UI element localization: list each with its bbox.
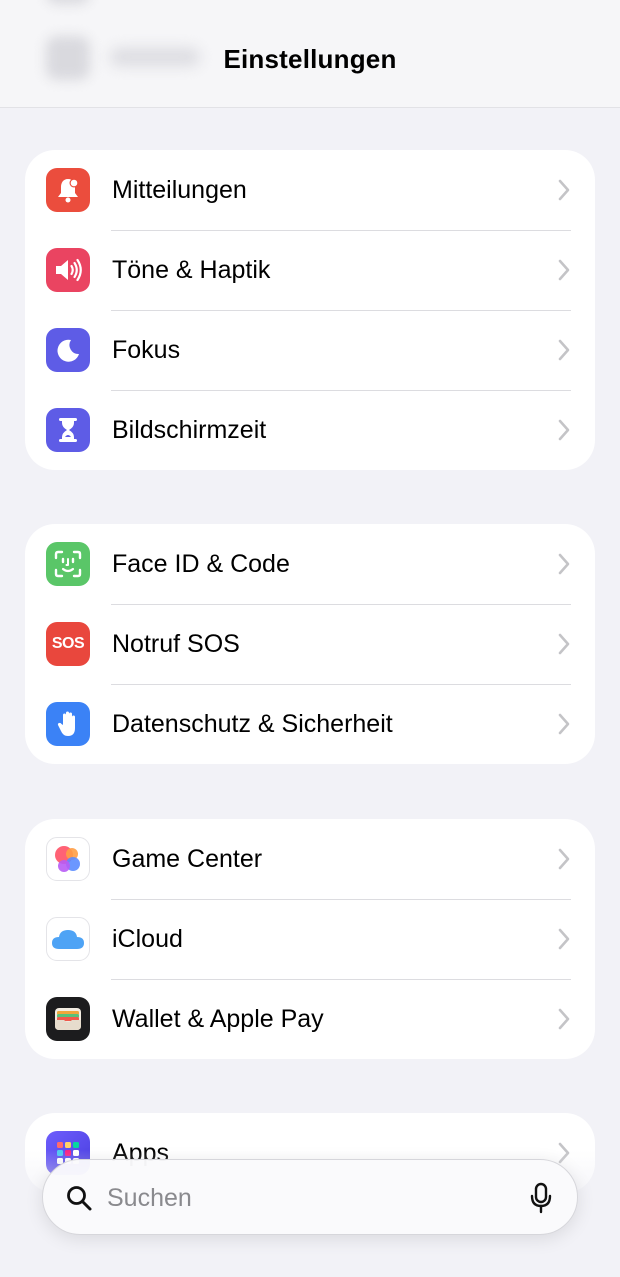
settings-item-bildschirmzeit[interactable]: Bildschirmzeit [25, 390, 595, 470]
focus-moon-icon [46, 328, 90, 372]
settings-item-label: Game Center [112, 845, 263, 873]
settings-item-label: Mitteilungen [112, 176, 247, 204]
navigation-bar: Einstellungen [0, 0, 620, 108]
settings-item-label: Notruf SOS [112, 630, 240, 658]
chevron-right-icon [558, 553, 570, 575]
chevron-right-icon [558, 259, 570, 281]
notifications-icon [46, 168, 90, 212]
settings-item-label: Wallet & Apple Pay [112, 1005, 324, 1033]
settings-item-face-id-code[interactable]: Face ID & Code [25, 524, 595, 604]
settings-item-label: Töne & Haptik [112, 256, 271, 284]
chevron-right-icon [558, 339, 570, 361]
icloud-icon [46, 917, 90, 961]
chevron-right-icon [558, 848, 570, 870]
chevron-right-icon [558, 633, 570, 655]
settings-item-label: Face ID & Code [112, 550, 290, 578]
sounds-icon [46, 248, 90, 292]
settings-group-1: Mitteilungen Töne & Haptik Fokus Bildsch… [25, 150, 595, 470]
screen-time-hourglass-icon [46, 408, 90, 452]
settings-item-label: iCloud [112, 925, 183, 953]
sos-icon: SOS [46, 622, 90, 666]
settings-item-wallet-apple-pay[interactable]: Wallet & Apple Pay [25, 979, 595, 1059]
wallet-icon [46, 997, 90, 1041]
chevron-right-icon [558, 713, 570, 735]
face-id-icon [46, 542, 90, 586]
settings-item-icloud[interactable]: iCloud [25, 899, 595, 979]
settings-item-mitteilungen[interactable]: Mitteilungen [25, 150, 595, 230]
chevron-right-icon [558, 419, 570, 441]
sos-icon-text: SOS [51, 635, 85, 652]
settings-group-3: Game Center iCloud Wallet & Apple Pay [25, 819, 595, 1059]
settings-page: Einstellungen Mitteilungen Töne & Haptik… [0, 0, 620, 1277]
chevron-right-icon [558, 1008, 570, 1030]
settings-group-2: Face ID & Code SOS Notruf SOS Datenschut… [25, 524, 595, 764]
settings-item-label: Bildschirmzeit [112, 416, 267, 444]
settings-item-label: Datenschutz & Sicherheit [112, 710, 393, 738]
privacy-hand-icon [46, 702, 90, 746]
search-input[interactable] [107, 1160, 507, 1236]
settings-item-notruf-sos[interactable]: SOS Notruf SOS [25, 604, 595, 684]
microphone-icon[interactable] [529, 1182, 553, 1214]
settings-item-toene-haptik[interactable]: Töne & Haptik [25, 230, 595, 310]
page-title: Einstellungen [223, 44, 397, 74]
settings-item-game-center[interactable]: Game Center [25, 819, 595, 899]
search-icon [67, 1186, 92, 1211]
settings-item-fokus[interactable]: Fokus [25, 310, 595, 390]
game-center-icon [46, 837, 90, 881]
blurred-scrolled-content [46, 0, 90, 4]
chevron-right-icon [558, 179, 570, 201]
search-bar[interactable] [42, 1159, 578, 1236]
chevron-right-icon [558, 928, 570, 950]
settings-item-datenschutz-sicherheit[interactable]: Datenschutz & Sicherheit [25, 684, 595, 764]
settings-item-label: Fokus [112, 336, 181, 364]
